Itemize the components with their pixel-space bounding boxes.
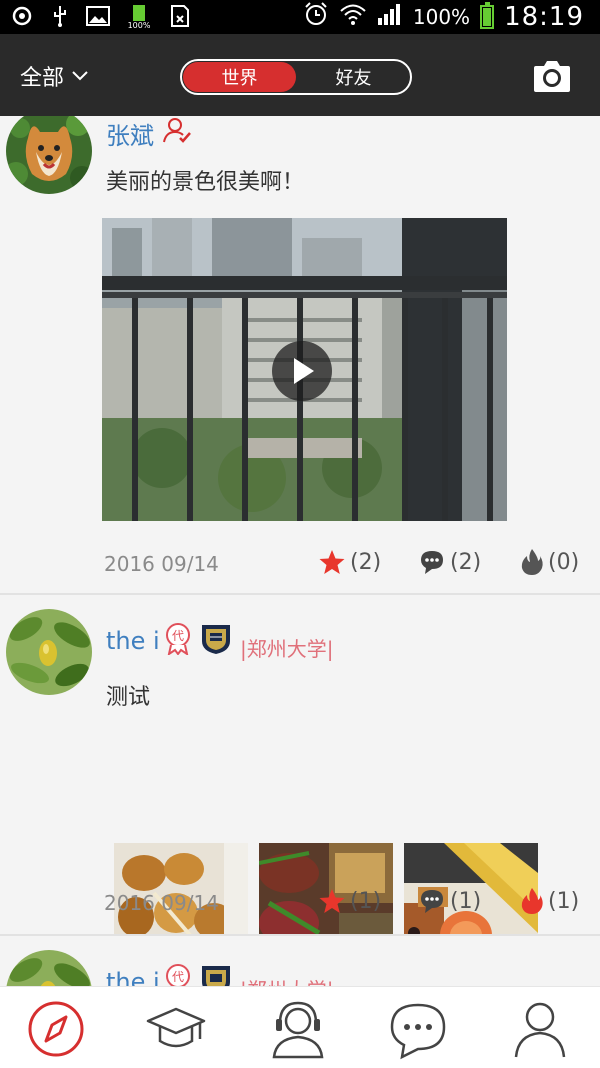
- comment-icon: [421, 551, 443, 574]
- comment-button[interactable]: (1): [418, 887, 481, 915]
- avatar[interactable]: [6, 116, 92, 194]
- feed-post: 张斌 美丽的景色很美啊！ 2016 09/14 (2) (2) (0): [0, 116, 600, 593]
- signal-icon: [377, 2, 403, 32]
- tab-friends[interactable]: 好友: [297, 61, 410, 93]
- graduation-cap-icon: [146, 1007, 206, 1048]
- post-date: 2016 09/14: [104, 552, 219, 576]
- post-username[interactable]: the i: [106, 627, 160, 655]
- sim-icon: [168, 4, 192, 28]
- hot-button[interactable]: (0): [520, 548, 579, 576]
- post-username[interactable]: the i: [106, 968, 160, 986]
- nav-school[interactable]: [144, 997, 208, 1061]
- chevron-down-icon: [72, 71, 88, 81]
- tab-world[interactable]: 世界: [183, 62, 296, 92]
- post-video[interactable]: [102, 218, 507, 521]
- feed-post: the i 代 |郑州大学|: [0, 936, 600, 986]
- hot-count: (0): [548, 549, 580, 575]
- image-icon: [86, 4, 110, 28]
- svg-text:代: 代: [172, 970, 184, 984]
- comment-button[interactable]: (2): [418, 548, 481, 576]
- proxy-badge-icon: 代: [166, 964, 190, 986]
- filter-dropdown[interactable]: 全部: [20, 60, 88, 92]
- wifi-icon: [339, 2, 367, 32]
- filter-label: 全部: [20, 66, 65, 91]
- nav-discover[interactable]: [24, 997, 88, 1061]
- star-icon: [319, 550, 345, 574]
- verified-user-icon: [163, 118, 191, 143]
- like-count: (2): [350, 549, 382, 575]
- app-header: 全部 世界 好友: [0, 34, 600, 116]
- comment-count: (2): [450, 549, 482, 575]
- profile-icon: [514, 1002, 566, 1058]
- comment-count: (1): [450, 888, 482, 914]
- clock: 18:19: [504, 2, 584, 32]
- chat-bubble-icon: [390, 1003, 446, 1060]
- nav-profile[interactable]: [508, 997, 572, 1061]
- status-bar: 100% 100% 18:19: [0, 0, 600, 34]
- feed[interactable]: 张斌 美丽的景色很美啊！ 2016 09/14 (2) (2) (0) the …: [0, 116, 600, 986]
- university-crest-icon: [202, 625, 230, 654]
- star-icon: [319, 889, 345, 913]
- like-button[interactable]: (1): [318, 887, 381, 915]
- like-button[interactable]: (2): [318, 548, 381, 576]
- battery-icon: [480, 2, 495, 29]
- tab-friends-label: 好友: [335, 68, 372, 89]
- school-name[interactable]: |郑州大学|: [240, 633, 333, 662]
- netease-music-icon: [10, 4, 34, 28]
- alarm-icon: [303, 1, 329, 33]
- flame-icon: [521, 549, 543, 575]
- compass-icon: [28, 1001, 84, 1057]
- nav-messages[interactable]: [386, 997, 450, 1061]
- comment-icon: [421, 890, 443, 913]
- post-username[interactable]: 张斌: [106, 116, 154, 151]
- camera-icon: [534, 61, 570, 92]
- svg-text:代: 代: [172, 629, 184, 643]
- flame-icon: [521, 888, 543, 914]
- avatar[interactable]: [6, 609, 92, 695]
- university-crest-icon: [202, 966, 230, 986]
- nav-service[interactable]: [266, 997, 330, 1061]
- avatar[interactable]: [6, 950, 92, 986]
- post-content: 美丽的景色很美啊！: [106, 170, 305, 195]
- school-name[interactable]: |郑州大学|: [240, 974, 333, 986]
- hot-button[interactable]: (1): [520, 887, 579, 915]
- battery-percent: 100%: [412, 5, 471, 29]
- proxy-badge-icon: 代: [166, 623, 190, 655]
- feed-post: the i 代 |郑州大学| 测试 2016 09/14 (1) (1) (1): [0, 595, 600, 979]
- battery-small-icon: 100%: [124, 4, 154, 29]
- like-count: (1): [350, 888, 382, 914]
- post-content: 测试: [106, 685, 151, 710]
- bottom-nav: [0, 986, 600, 1068]
- hot-count: (1): [548, 888, 580, 914]
- feed-segment-control: 世界 好友: [180, 59, 412, 95]
- tab-world-label: 世界: [221, 68, 258, 89]
- post-date: 2016 09/14: [104, 891, 219, 915]
- camera-button[interactable]: [532, 58, 572, 94]
- usb-icon: [48, 4, 72, 28]
- svg-text:100%: 100%: [128, 21, 151, 29]
- headset-user-icon: [272, 1001, 324, 1059]
